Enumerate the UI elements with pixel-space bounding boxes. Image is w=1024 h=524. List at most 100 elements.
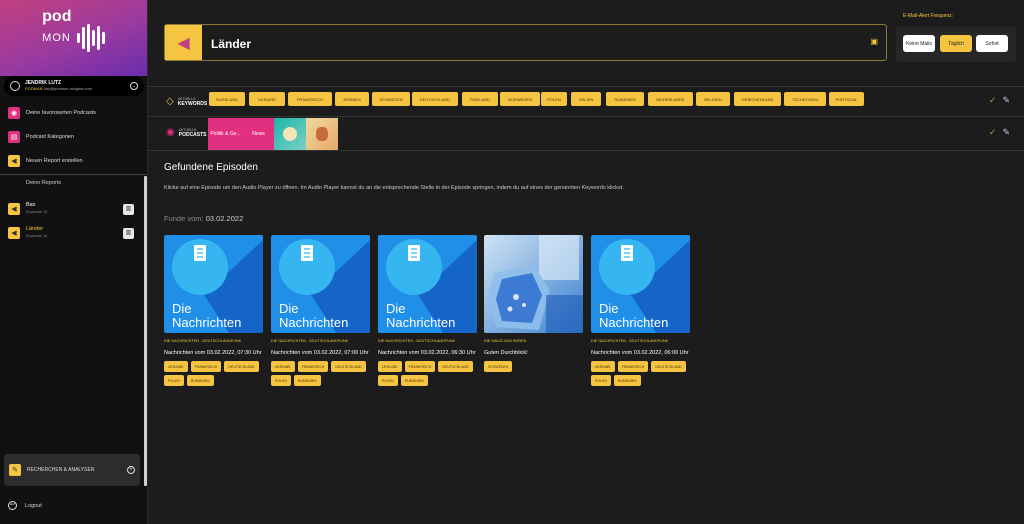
keyword-chip[interactable]: NIEDERLANDE xyxy=(648,92,693,106)
logout-button[interactable]: ↩ Logout xyxy=(8,501,42,510)
episode-title[interactable]: Nachrichten vom 03.02.2022, 06:30 Uhr xyxy=(378,350,477,356)
research-analysis-button[interactable]: ✎ RECHERCHEN & ANALYSEN + xyxy=(4,454,140,486)
alert-option-none[interactable]: Keine Mails xyxy=(903,35,935,52)
episode-cover-ice[interactable] xyxy=(484,235,583,333)
keyword-tag[interactable]: DEUTSCHLAND xyxy=(438,361,473,372)
user-tag: PODMAN xyxy=(25,86,43,91)
delete-icon[interactable]: ▥ xyxy=(123,203,134,215)
report-item-bax[interactable]: ◀ Bax Keywords: 13 ▥ xyxy=(8,200,134,218)
tag-icon: ◇ xyxy=(166,96,174,107)
alert-option-daily[interactable]: Täglich xyxy=(940,35,972,52)
keyword-tag[interactable]: DEUTSCHLAND xyxy=(331,361,366,372)
keyword-tag[interactable]: POLEN xyxy=(164,375,184,386)
keyword-tag[interactable]: UKRAINE xyxy=(164,361,188,372)
podcast-tile-kids-2[interactable] xyxy=(306,118,338,150)
podmon-logo[interactable]: pod MON xyxy=(0,0,147,76)
episode-cover[interactable]: Die Nachrichten xyxy=(378,235,477,333)
keyword-tag[interactable]: UKRAINE xyxy=(271,361,295,372)
podcasts-row-label: ◉ AKTUELLE PODCASTS xyxy=(166,127,207,138)
keyword-chip[interactable]: DEUTSCHLAND xyxy=(412,92,458,106)
found-label: Funde vom: xyxy=(164,214,204,223)
keyword-chip[interactable]: FINNLAND xyxy=(462,92,498,106)
podcast-tile-kids-1[interactable] xyxy=(274,118,306,150)
report-keyword-count: Keywords: 13 xyxy=(26,210,48,214)
cover-text-line: Nachrichten xyxy=(386,315,455,330)
episode-card[interactable]: Die Nachrichten DIE NACHRICHTEN - DEUTSC… xyxy=(591,235,690,386)
episode-cover[interactable]: Die Nachrichten xyxy=(591,235,690,333)
check-icon[interactable]: ✓ xyxy=(989,95,997,106)
keyword-tag[interactable]: FRANKREICH xyxy=(297,361,329,372)
keyword-chip[interactable]: FRANKREICH xyxy=(288,92,332,106)
podcast-icon: ◉ xyxy=(166,127,175,138)
keyword-tag[interactable]: UKRAINE xyxy=(378,361,402,372)
episode-cover[interactable]: Die Nachrichten xyxy=(271,235,370,333)
podcast-tile-news[interactable]: News xyxy=(243,118,274,150)
episode-card[interactable]: Die Nachrichten DIE NACHRICHTEN - DEUTSC… xyxy=(164,235,263,386)
heart-podcast-icon: ◉ xyxy=(8,107,20,119)
keyword-tag[interactable]: RUMÄNIEN xyxy=(613,375,641,386)
sidebar-scrollbar[interactable] xyxy=(144,176,147,486)
keyword-tag[interactable]: POLEN xyxy=(271,375,291,386)
report-title[interactable]: Länder xyxy=(211,37,251,51)
keyword-tag[interactable]: SCHWEDEN xyxy=(484,361,513,372)
reports-heading: Deine Reports xyxy=(26,180,62,186)
keyword-tag[interactable]: RUMÄNIEN xyxy=(186,375,214,386)
cover-text-line: Die xyxy=(279,301,299,316)
keyword-tag[interactable]: DEUTSCHLAND xyxy=(224,361,259,372)
nav-create-report[interactable]: ◀ Neuen Report erstellen xyxy=(0,149,146,173)
episode-card[interactable]: DIE MAUS ZUM HÖREN Guten Durchblick! SCH… xyxy=(484,235,583,372)
cover-text-line: Nachrichten xyxy=(279,315,348,330)
keyword-tag[interactable]: UKRAINE xyxy=(591,361,615,372)
delete-icon[interactable]: ▥ xyxy=(123,227,134,239)
episode-title[interactable]: Guten Durchblick! xyxy=(484,350,583,356)
report-item-laender[interactable]: ◀ Länder Keywords: 16 ▥ xyxy=(8,224,134,242)
keyword-chip[interactable]: NORWEGEN xyxy=(500,92,540,106)
keyword-chip[interactable]: RUSSLAND xyxy=(209,92,245,106)
keyword-chip[interactable]: UKRAINE xyxy=(249,92,285,106)
keyword-tag[interactable]: DEUTSCHLAND xyxy=(651,361,686,372)
nav-favorite-podcasts[interactable]: ◉ Deine favorisierten Podcasts xyxy=(0,101,146,125)
episode-cover[interactable]: Die Nachrichten xyxy=(164,235,263,333)
pencil-icon[interactable]: ✎ xyxy=(1002,95,1010,106)
keyword-chip[interactable]: GRIECHENLAND xyxy=(734,92,781,106)
cover-text-line: Die xyxy=(172,301,192,316)
episode-title[interactable]: Nachrichten vom 03.02.2022, 06:00 Uhr xyxy=(591,350,690,356)
keyword-chip[interactable]: SPANIEN xyxy=(335,92,369,106)
keyword-tag[interactable]: POLEN xyxy=(591,375,611,386)
keyword-tag[interactable]: FRANKREICH xyxy=(404,361,436,372)
nav-podcast-categories[interactable]: ▤ Podcast Kategorien xyxy=(0,125,146,149)
chevron-down-icon[interactable]: ⌄ xyxy=(130,82,138,90)
logo-mon: MON xyxy=(42,32,71,44)
alert-option-instant[interactable]: Sofort xyxy=(976,35,1008,52)
episode-source: DIE NACHRICHTEN - DEUTSCHLANDFUNK xyxy=(164,339,242,343)
keyword-tag[interactable]: FRANKREICH xyxy=(617,361,649,372)
keyword-tag[interactable]: RUMÄNIEN xyxy=(293,375,321,386)
keyword-chip[interactable]: RUMÄNIEN xyxy=(606,92,644,106)
pencil-icon[interactable]: ✎ xyxy=(1002,127,1010,138)
keyword-chip[interactable]: ITALIEN xyxy=(571,92,601,106)
megaphone-icon: ◀ xyxy=(8,227,20,239)
episode-card[interactable]: Die Nachrichten DIE NACHRICHTEN - DEUTSC… xyxy=(378,235,477,386)
keyword-chip[interactable]: SCHWEDEN xyxy=(372,92,410,106)
episode-title[interactable]: Nachrichten vom 03.02.2022, 07:00 Uhr xyxy=(271,350,370,356)
save-icon[interactable]: ▣ xyxy=(870,37,878,46)
keyword-chip[interactable]: BELGIEN xyxy=(696,92,730,106)
keyword-tag[interactable]: RUMÄNIEN xyxy=(400,375,428,386)
sidebar: pod MON JENDRIK LUTZ PODMAN lutz@podmon-… xyxy=(0,0,148,524)
podcast-tile-politik[interactable]: Politik & Ge... xyxy=(208,118,243,150)
episode-card[interactable]: Die Nachrichten DIE NACHRICHTEN - DEUTSC… xyxy=(271,235,370,386)
user-card[interactable]: JENDRIK LUTZ PODMAN lutz@podmon-insights… xyxy=(4,76,144,96)
keyword-chip[interactable]: POLEN xyxy=(541,92,567,106)
megaphone-icon: ◀ xyxy=(8,155,20,167)
cover-text-line: Nachrichten xyxy=(172,315,241,330)
sound-wave-icon xyxy=(76,23,105,53)
episode-source: DIE MAUS ZUM HÖREN xyxy=(484,339,527,343)
keyword-chip[interactable]: TSCHECHIEN xyxy=(784,92,826,106)
keyword-chip[interactable]: PORTUGAL xyxy=(829,92,864,106)
keyword-tag[interactable]: FRANKREICH xyxy=(190,361,222,372)
cover-text-line: Die xyxy=(386,301,406,316)
add-circle-icon[interactable]: + xyxy=(127,466,135,474)
episode-title[interactable]: Nachrichten vom 03.02.2022, 07:30 Uhr xyxy=(164,350,263,356)
check-icon[interactable]: ✓ xyxy=(989,127,997,138)
keyword-tag[interactable]: POLEN xyxy=(378,375,398,386)
